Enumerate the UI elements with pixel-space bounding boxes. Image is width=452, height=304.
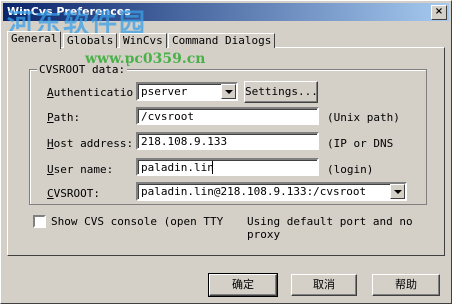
chevron-down-icon[interactable]	[221, 84, 236, 99]
info-line-1: Using default port and no	[247, 215, 413, 228]
host-input[interactable]: 218.108.9.133	[136, 132, 319, 150]
help-button[interactable]: 帮助	[372, 274, 440, 296]
cancel-button[interactable]: 取消	[291, 274, 357, 296]
text-cursor-icon	[212, 161, 213, 174]
tab-globals[interactable]: Globals	[63, 33, 118, 48]
cvsroot-label: CVSROOT:	[47, 187, 100, 200]
user-input[interactable]: paladin.lin	[136, 158, 319, 176]
authentication-select[interactable]: pserver	[136, 82, 238, 101]
authentication-label: Authenticatio	[47, 86, 134, 99]
cvsroot-group-label: CVSROOT data:	[37, 63, 128, 76]
settings-button[interactable]: Settings...	[244, 81, 318, 103]
preferences-window: WinCvs Preferences × 河东软件园 General Globa…	[0, 0, 452, 304]
cvsroot-select[interactable]: paladin.lin@218.108.9.133:/cvsroot	[136, 182, 407, 201]
user-label: User name:	[47, 163, 114, 176]
console-checkbox[interactable]	[33, 215, 46, 228]
path-hint: (Unix path)	[327, 111, 400, 124]
cvsroot-value: paladin.lin@218.108.9.133:/cvsroot	[141, 185, 367, 198]
tab-command-dialogs[interactable]: Command Dialogs	[168, 33, 276, 48]
host-label: Host address:	[47, 137, 134, 150]
close-button[interactable]: ×	[431, 5, 447, 20]
path-input[interactable]: /cvsroot	[136, 107, 319, 125]
user-hint: (login)	[327, 163, 374, 176]
tab-general[interactable]: General	[7, 31, 62, 49]
chevron-down-icon[interactable]	[390, 184, 405, 199]
ok-button[interactable]: 确定	[208, 273, 278, 297]
host-hint: (IP or DNS	[327, 137, 394, 150]
authentication-value: pserver	[141, 85, 188, 98]
tab-wincvs[interactable]: WinCvs	[119, 33, 167, 48]
info-line-2: proxy	[247, 228, 281, 241]
path-label: Path:	[47, 111, 81, 124]
console-label[interactable]: Show CVS console (open TTY	[51, 215, 223, 228]
